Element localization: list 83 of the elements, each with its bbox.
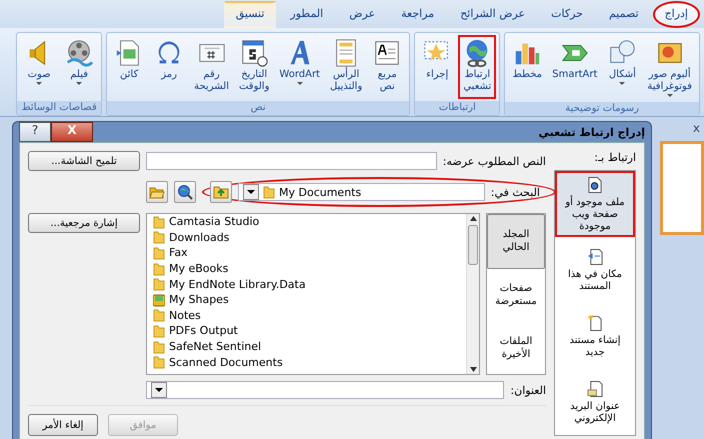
cancel-button[interactable]: إلغاء الأمر [28,414,98,436]
document-icon [587,314,603,332]
browse-tab[interactable]: الملفات الأخيرة [487,321,545,374]
ribbon-button[interactable]: مربع نص [368,35,406,99]
file-item[interactable]: Camtasia Studio [153,214,466,230]
open-folder-icon[interactable] [146,181,168,203]
ribbon-button[interactable]: رقم الشريحة [190,35,233,99]
folder-icon [153,277,165,292]
caret-icon[interactable] [243,184,259,200]
ribbon-tab[interactable]: عرض [337,1,388,28]
ribbon-tab[interactable]: عرض الشرائح [448,1,538,28]
link-type-button[interactable]: عنوان البريد الإلكتروني [555,369,635,435]
ribbon-tab[interactable]: تنسيق [224,1,276,28]
link-type-button[interactable]: مكان في هذا المستند [555,237,635,303]
ribbon-button[interactable]: رمز [150,35,188,99]
file-item[interactable]: PDFs Output [153,323,466,339]
file-item[interactable]: Notes [153,308,466,324]
movie-icon [64,38,94,68]
group-label: نص [107,101,410,115]
folder-icon [263,185,275,199]
link-type-button[interactable]: ملف موجود أو صفحة ويب موجودة [555,171,635,237]
folder-icon [153,308,165,322]
ribbon-tab[interactable]: تصميم [596,1,651,28]
document-icon [587,380,603,398]
text-to-display-label: النص المطلوب عرضه: [442,154,546,168]
ribbon-tab[interactable]: مراجعة [389,1,446,28]
file-item[interactable]: My Shapes [153,292,466,308]
link-to-label: ارتباط بـ: [593,151,636,164]
shapes-folder-icon [153,292,165,307]
bookmark-button[interactable]: إشارة مرجعية... [28,213,140,233]
scroll-up-icon[interactable] [470,216,476,221]
folder-icon [153,262,165,276]
link-type-button[interactable]: إنشاء مستند جديد [555,303,635,369]
ribbon-tab[interactable]: إدراج [652,1,700,28]
group-label: قصاصات الوسائط [17,101,102,115]
caret-icon[interactable] [151,382,167,398]
text-to-display-field[interactable] [146,152,437,170]
group-label: رسومات توضيحية [505,102,699,116]
ribbon-button[interactable]: صوت [20,35,58,99]
document-icon [587,176,603,194]
group-label: ارتباطات [415,101,500,115]
address-label: العنوان: [510,384,546,396]
file-item[interactable]: Fax [153,245,466,261]
folder-icon [153,214,165,229]
ribbon-button[interactable]: كائن [110,35,148,99]
folder-icon [153,230,165,244]
ribbon-button[interactable]: مخطط [508,35,546,100]
file-item[interactable]: Scanned Documents [153,354,466,370]
folder-icon [153,340,165,354]
ribbon-button[interactable]: إجراء [418,35,456,99]
close-button[interactable]: x [688,121,704,135]
ribbon-button[interactable]: التاريخ والوقت [234,35,274,99]
file-item[interactable]: Downloads [153,230,466,246]
file-item[interactable]: SafeNet Sentinel [153,338,466,354]
folder-icon [153,246,165,260]
ribbon-tab[interactable]: حركات [539,1,595,28]
ribbon-button[interactable]: أشكال [603,35,642,100]
web-search-icon[interactable] [174,181,196,203]
scroll-thumb[interactable] [468,225,478,265]
look-in-dropdown[interactable]: My Documents [238,183,485,201]
browse-tab[interactable]: المجلد الحالي [487,214,545,269]
ribbon-button[interactable]: WordArt [275,35,324,99]
help-button[interactable]: ? [19,122,51,142]
browse-tab[interactable]: صفحات مستعرضة [487,268,545,322]
slide-thumbnail[interactable] [660,141,704,235]
scrollbar[interactable] [466,214,479,374]
ribbon-button[interactable]: ارتباط تشعبي [458,35,496,99]
ribbon-button[interactable]: SmartArt [548,35,602,100]
folder-icon [153,324,165,338]
document-icon [587,248,603,266]
address-field[interactable] [146,381,504,399]
dialog-title: إدراج ارتباط تشعبي [538,126,645,138]
screentip-button[interactable]: تلميح الشاشة... [28,151,140,171]
ribbon-tab[interactable]: المطور [278,1,336,28]
file-item[interactable]: My eBooks [153,260,466,276]
scroll-down-icon[interactable] [470,367,476,372]
file-item[interactable]: My EndNote Library.Data [153,276,466,292]
look-in-label: البحث في: [490,186,540,198]
ribbon-button[interactable]: ألبوم صور فوتوغرافية [643,35,696,100]
up-folder-icon[interactable] [210,181,232,203]
ribbon-button[interactable]: فيلم [60,35,98,99]
folder-icon [153,355,165,370]
ribbon-button[interactable]: الرأس والتذييل [326,35,366,99]
